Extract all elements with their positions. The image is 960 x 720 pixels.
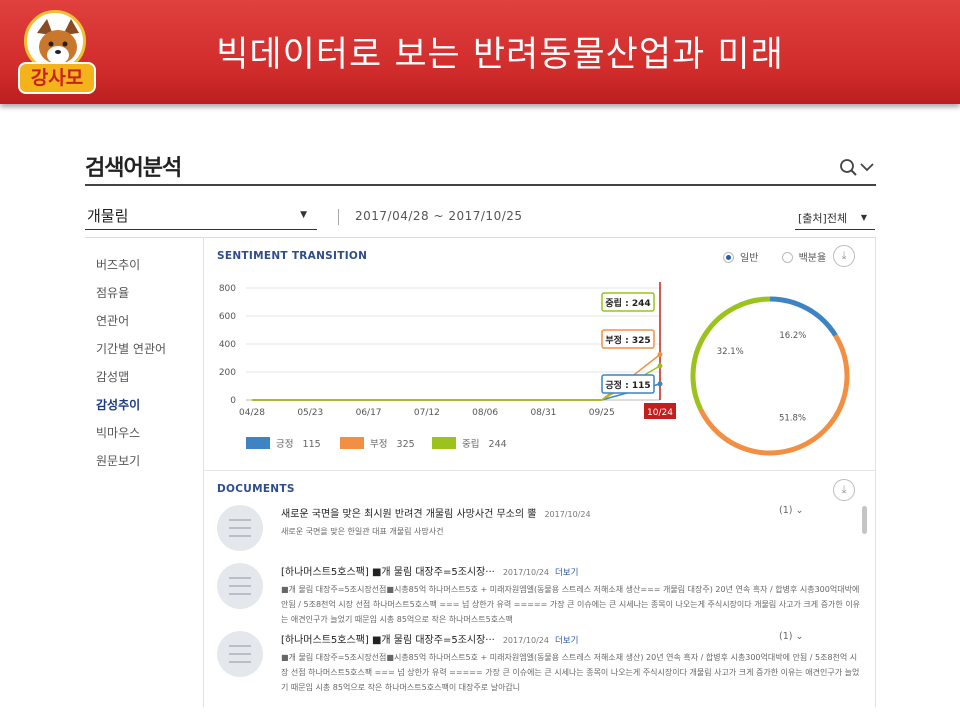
donut-label: 32.1%	[717, 347, 744, 357]
keyword-select[interactable]: 개물림 ▼	[85, 203, 317, 230]
series-point	[657, 352, 663, 357]
radio-selected-icon	[723, 252, 734, 263]
document-count[interactable]: (1) ⌄	[779, 631, 803, 642]
legend-label: 긍정	[276, 439, 294, 450]
document-count[interactable]: (1) ⌄	[779, 505, 803, 516]
donut-label: 51.8%	[779, 413, 806, 423]
document-title-text: [하나머스트5호스팩] ■개 물림 대장주=5조시장···	[281, 567, 495, 578]
legend-label: 중립	[462, 439, 480, 450]
legend-item-neutral[interactable]: 중립 244	[432, 436, 507, 450]
chevron-down-icon: ▼	[860, 213, 867, 222]
document-date: 2017/10/24	[502, 568, 549, 577]
nav-item-sentiment-map[interactable]: 감성맵	[96, 368, 129, 385]
x-tick-label: 05/23	[297, 408, 323, 418]
source-select[interactable]: [출처]전체 ▼	[795, 208, 875, 230]
banner-title: 빅데이터로 보는 반려동물산업과 미래	[216, 35, 784, 75]
x-tick-label: 08/06	[472, 408, 498, 418]
series-point	[657, 363, 663, 369]
series-point	[657, 381, 663, 387]
x-tick-label: 09/25	[589, 408, 615, 418]
y-tick-label: 0	[230, 396, 236, 406]
document-date: 2017/10/24	[502, 636, 549, 645]
date-range[interactable]: 2017/04/28 ~ 2017/10/25	[355, 209, 523, 223]
legend-label: 부정	[370, 439, 388, 450]
section-divider	[204, 470, 876, 471]
y-tick-label: 200	[219, 368, 236, 378]
legend-item-negative[interactable]: 부정 325	[340, 436, 415, 450]
document-title[interactable]: [하나머스트5호스팩] ■개 물림 대장주=5조시장··· 2017/10/24 더…	[281, 563, 578, 578]
y-tick-label: 600	[219, 312, 236, 322]
document-snippet: ■개 물림 대장주=5조시장선점■시총85억 하나머스트5호 + 미래자원엠엘(…	[281, 585, 861, 624]
series-line	[252, 365, 661, 401]
legend-swatch	[246, 437, 270, 449]
sentiment-section-title: SENTIMENT TRANSITION	[217, 250, 368, 262]
source-value: [출처]전체	[798, 212, 848, 225]
document-count-text: (1)	[779, 505, 793, 516]
document-icon	[217, 631, 263, 677]
page-title: 검색어분석	[85, 156, 182, 181]
y-tick-label: 800	[219, 284, 236, 294]
download-chart-button[interactable]: ⤓	[833, 245, 855, 267]
x-tick-label: 08/31	[530, 408, 556, 418]
nav-item-buzz[interactable]: 버즈추이	[96, 256, 140, 273]
search-icon	[840, 159, 874, 176]
x-tick-label: 07/12	[414, 408, 440, 418]
document-title[interactable]: [하나머스트5호스팩] ■개 물림 대장주=5조시장··· 2017/10/24 더…	[281, 631, 578, 646]
document-icon	[217, 505, 263, 551]
nav-item-related-words[interactable]: 연관어	[96, 312, 129, 329]
chevron-down-icon: ⌄	[795, 631, 804, 642]
legend-value: 244	[488, 439, 507, 450]
document-snippet: ■개 물림 대장주=5조시장선점■시총85억 하나머스트5호 + 미래자원엠엘(…	[281, 653, 860, 692]
more-link[interactable]: 더보기	[555, 568, 578, 578]
chevron-down-icon: ⌄	[795, 505, 804, 516]
document-title-text: [하나머스트5호스팩] ■개 물림 대장주=5조시장···	[281, 635, 495, 646]
nav-item-sentiment-trend[interactable]: 감성추이	[96, 396, 140, 413]
filter-separator	[338, 209, 339, 225]
donut-label: 16.2%	[779, 331, 806, 341]
search-toggle-button[interactable]	[838, 157, 876, 179]
legend-swatch	[432, 437, 456, 449]
keyword-value: 개물림	[87, 207, 129, 225]
main-panel: SENTIMENT TRANSITION 일반 백분율 ⤓ 800 600 400 2…	[203, 237, 876, 707]
download-icon: ⤓	[841, 483, 847, 496]
more-link[interactable]: 더보기	[555, 636, 578, 646]
series-line	[252, 383, 661, 401]
radio-general[interactable]: 일반	[723, 252, 759, 264]
x-tick-label: 04/28	[239, 408, 265, 418]
title-divider	[85, 184, 876, 186]
radio-percent[interactable]: 백분율	[781, 252, 827, 264]
radio-percent-label: 백분율	[798, 253, 827, 264]
nav-item-original-text[interactable]: 원문보기	[96, 452, 140, 469]
y-tick-label: 400	[219, 340, 236, 350]
legend-value: 115	[302, 439, 321, 450]
download-icon: ⤓	[841, 249, 847, 262]
nav-item-share[interactable]: 점유율	[96, 284, 129, 301]
x-tick-label: 06/17	[356, 408, 382, 418]
document-date: 2017/10/24	[544, 510, 591, 519]
documents-section-title: DOCUMENTS	[217, 483, 295, 495]
document-icon	[217, 563, 263, 609]
documents-scrollbar[interactable]	[862, 506, 867, 534]
legend-value: 325	[396, 439, 415, 450]
radio-unselected-icon	[781, 252, 793, 263]
analysis-nav: 버즈추이 점유율 연관어 기간별 연관어 감성맵 감성추이 빅마우스 원문보기	[85, 237, 203, 707]
document-title[interactable]: 새로운 국면을 맞은 최시원 반려견 개물림 사망사건 무소의 뿔 2017/10…	[281, 505, 591, 520]
legend-item-positive[interactable]: 긍정 115	[246, 436, 321, 450]
nav-item-period-related-words[interactable]: 기간별 연관어	[96, 340, 166, 357]
radio-general-label: 일반	[740, 253, 759, 264]
view-mode-radio-group: 일반 백분율	[723, 249, 826, 264]
document-count-text: (1)	[779, 631, 793, 642]
legend-swatch	[340, 437, 364, 449]
document-snippet: 새로운 국면을 맞은 한일관 대표 개물림 사망사건	[281, 527, 444, 536]
series-line	[252, 353, 661, 401]
header-banner: 강사모 빅데이터로 보는 반려동물산업과 미래	[0, 0, 960, 104]
nav-item-big-mouth[interactable]: 빅마우스	[96, 424, 140, 441]
document-title-text: 새로운 국면을 맞은 최시원 반려견 개물림 사망사건 무소의 뿔	[281, 509, 537, 520]
page: 강사모 빅데이터로 보는 반려동물산업과 미래 검색어분석 개물림 ▼ 2017…	[0, 0, 960, 720]
x-tick-label: 10/24	[647, 408, 673, 418]
chevron-down-icon: ▼	[300, 210, 307, 220]
download-documents-button[interactable]: ⤓	[833, 479, 855, 501]
